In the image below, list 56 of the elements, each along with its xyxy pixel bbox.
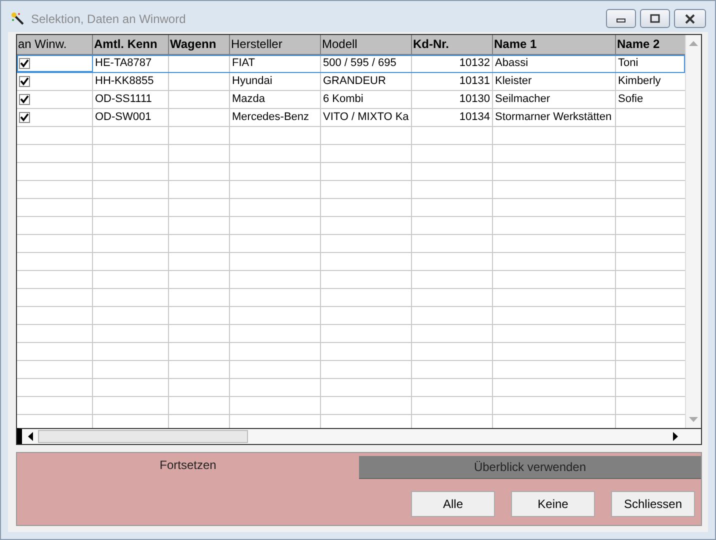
table-cell: Mercedes-Benz [232, 111, 310, 123]
action-button[interactable]: Alle [411, 491, 495, 517]
table-cell: Stormarner Werkstätten [495, 111, 612, 123]
table-cell: Hyundai [232, 75, 272, 87]
maximize-button[interactable] [640, 9, 670, 28]
column-header[interactable]: Wagenn [169, 35, 230, 54]
table-cell: Mazda [232, 93, 266, 105]
column-header[interactable]: Modell [321, 35, 412, 54]
table-cell: 10134 [459, 111, 490, 123]
table-cell: 6 Kombi [323, 93, 364, 105]
table-cell: OD-SS1111 [95, 93, 152, 105]
table-row[interactable]: OD-SS1111 Mazda 6 Kombi 10130 Seilmacher Sofie [17, 91, 685, 109]
table-cell: GRANDEUR [323, 75, 386, 87]
column-header[interactable]: Hersteller [230, 35, 321, 54]
column-header[interactable]: Name 1 [493, 35, 616, 54]
checkbox[interactable] [19, 112, 30, 123]
table-row[interactable]: OD-SW001 Mercedes-Benz VITO / MIXTO Ka 10134 Stormarner Werkstätten [17, 109, 685, 127]
vertical-scrollbar[interactable] [685, 35, 701, 428]
close-icon [684, 14, 696, 24]
checkbox[interactable] [19, 76, 30, 87]
table-cell: Kleister [495, 75, 532, 87]
table-cell: 10131 [459, 75, 490, 87]
table-cell: Sofie [618, 93, 644, 105]
table-cell: 10130 [459, 93, 490, 105]
checkbox[interactable] [19, 58, 30, 69]
table-cell: 10132 [459, 57, 490, 69]
table-cell: VITO / MIXTO Ka [323, 111, 409, 123]
tab[interactable]: Überblick verwenden [359, 456, 701, 479]
table-cell: Abassi [495, 57, 528, 69]
table-cell: 500 / 595 / 695 [323, 57, 396, 69]
window-title: Selektion, Daten an Winword [31, 12, 186, 26]
action-button[interactable]: Schliessen [611, 491, 695, 517]
table-cell: Seilmacher [495, 93, 550, 105]
column-header[interactable]: an Winw. [17, 35, 93, 54]
scroll-right-icon [673, 432, 679, 441]
table-row[interactable]: HH-KK8855 Hyundai GRANDEUR 10131 Kleister Kimberly [17, 73, 685, 91]
scroll-left-icon [27, 432, 33, 441]
action-button[interactable]: Keine [511, 491, 595, 517]
checkbox[interactable] [19, 94, 30, 105]
table-cell: OD-SW001 [95, 111, 152, 123]
table-cell: Kimberly [618, 75, 661, 87]
wand-icon [11, 12, 25, 26]
column-header[interactable]: Kd-Nr. [412, 35, 493, 54]
horizontal-scrollbar[interactable] [17, 428, 701, 444]
table-row[interactable]: HE-TA8787 FIAT 500 / 595 / 695 10132 Abassi Toni [17, 55, 685, 73]
minimize-button[interactable] [606, 9, 636, 28]
column-header[interactable]: Amtl. Kenn [93, 35, 169, 54]
scroll-up-icon [689, 40, 698, 46]
table-cell: HH-KK8855 [95, 75, 154, 87]
maximize-icon [650, 14, 660, 23]
table-cell: FIAT [232, 57, 256, 69]
scrollbar-thumb[interactable] [38, 430, 248, 443]
table-cell: HE-TA8787 [95, 57, 152, 69]
scroll-down-icon [689, 417, 698, 423]
close-button[interactable] [674, 9, 706, 28]
table-cell: Toni [618, 57, 638, 69]
